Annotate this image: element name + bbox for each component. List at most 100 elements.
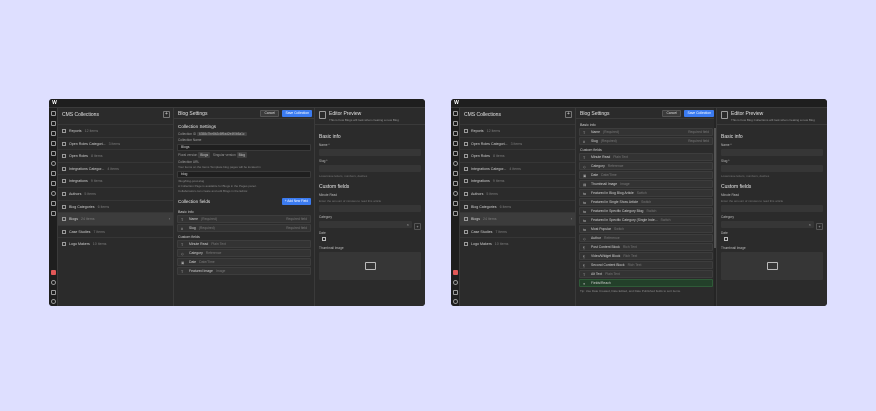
- field-row-slug[interactable]: # Slug (Required) Required field: [579, 137, 713, 145]
- help-icon[interactable]: [51, 299, 56, 304]
- help-icon[interactable]: [453, 299, 458, 304]
- collection-item-blogs[interactable]: Blogs 24 items ›: [58, 212, 173, 225]
- field-row-second-content-block[interactable]: ¶ Second Content Block Rich Text: [579, 261, 713, 269]
- collection-item-integrations[interactable]: Integrations 9 items: [58, 174, 173, 187]
- field-row-post-content-block[interactable]: ¶ Post Content Block Rich Text: [579, 243, 713, 251]
- search-icon[interactable]: [51, 280, 56, 285]
- field-row-name[interactable]: T Name (Required) Required field: [579, 128, 713, 136]
- field-row-featured-category-single[interactable]: ⇆ Featured in Specific Category (Single I…: [579, 216, 713, 224]
- cancel-button[interactable]: Cancel: [662, 110, 681, 117]
- apps-icon[interactable]: [51, 201, 56, 206]
- logic-icon[interactable]: [51, 181, 56, 186]
- collection-item-reports[interactable]: Reports 12 items: [58, 124, 173, 137]
- field-row-thumbnail-image[interactable]: ▤ Thumbnail Image Image: [579, 180, 713, 188]
- collection-item-logo-makers[interactable]: Logo Makers 10 items: [460, 237, 575, 250]
- navigator-icon[interactable]: [51, 121, 56, 126]
- settings-icon[interactable]: [453, 191, 458, 196]
- collection-item-case-studies[interactable]: Case Studies 7 items: [460, 224, 575, 238]
- calendar-icon[interactable]: [724, 237, 728, 241]
- code-icon[interactable]: [453, 211, 458, 216]
- assets-icon[interactable]: [453, 171, 458, 176]
- image-upload-area[interactable]: [319, 252, 421, 280]
- field-row-date[interactable]: ▣ Date Date/Time: [177, 258, 311, 266]
- add-collection-button[interactable]: +: [565, 111, 572, 118]
- field-row-date[interactable]: ▣ Date Date/Time: [579, 171, 713, 179]
- field-row-category[interactable]: ◇ Category Reference: [177, 249, 311, 257]
- field-row-category[interactable]: ◇ Category Reference: [579, 162, 713, 170]
- audit-icon[interactable]: [51, 270, 56, 275]
- field-row-featured-single-show[interactable]: ⇆ Featured in Single Show Article Switch: [579, 198, 713, 206]
- ecommerce-icon[interactable]: [51, 151, 56, 156]
- collection-item-open-roles[interactable]: Open Roles 8 items: [460, 149, 575, 162]
- pages-icon[interactable]: [51, 131, 56, 136]
- users-icon[interactable]: [51, 161, 56, 166]
- add-new-field-button[interactable]: + Add New Field: [281, 198, 311, 205]
- search-icon[interactable]: [453, 280, 458, 285]
- ecommerce-icon[interactable]: [453, 151, 458, 156]
- cancel-button[interactable]: Cancel: [260, 110, 279, 117]
- preview-minute-input[interactable]: [319, 205, 421, 212]
- add-reference-button[interactable]: +: [414, 223, 421, 230]
- preview-category-select[interactable]: × +: [721, 221, 823, 230]
- add-icon[interactable]: [453, 111, 458, 116]
- preview-date-picker[interactable]: [319, 235, 421, 243]
- field-row-featured-category-blog[interactable]: ⇆ Featured in Specific Category Blog Switc…: [579, 207, 713, 215]
- preview-slug-input[interactable]: [319, 165, 421, 172]
- field-row-featured-blog-article[interactable]: ⇆ Featured in Blog Blog Article Switch: [579, 189, 713, 197]
- cms-icon[interactable]: [453, 141, 458, 146]
- collection-item-authors[interactable]: Authors 5 items: [460, 186, 575, 200]
- assets-icon[interactable]: [51, 171, 56, 176]
- collection-item-logo-makers[interactable]: Logo Makers 10 items: [58, 237, 173, 250]
- collection-item-integrations[interactable]: Integrations 9 items: [460, 174, 575, 187]
- preview-minute-input[interactable]: [721, 205, 823, 212]
- preview-slug-input[interactable]: [721, 165, 823, 172]
- preview-name-input[interactable]: [721, 149, 823, 156]
- clear-icon[interactable]: ×: [809, 222, 811, 227]
- save-collection-button[interactable]: Save Collection: [684, 110, 714, 117]
- cms-icon[interactable]: [51, 141, 56, 146]
- scrollbar-thumb[interactable]: [714, 128, 716, 248]
- clear-icon[interactable]: ×: [407, 222, 409, 227]
- settings-scrollbar[interactable]: [714, 108, 716, 306]
- field-row-most-popular[interactable]: ⇆ Most Popular Switch: [579, 225, 713, 233]
- navigator-icon[interactable]: [453, 121, 458, 126]
- add-icon[interactable]: [51, 111, 56, 116]
- calendar-icon[interactable]: [322, 237, 326, 241]
- collection-item-integrations-categories[interactable]: Integrations Categor... 4 items: [460, 161, 575, 175]
- apps-icon[interactable]: [453, 201, 458, 206]
- webflow-logo[interactable]: W: [453, 100, 460, 107]
- audit-icon[interactable]: [453, 270, 458, 275]
- code-icon[interactable]: [51, 211, 56, 216]
- category-dropdown[interactable]: [319, 221, 412, 228]
- field-row-minute-read[interactable]: T Minute Read Plain Text: [579, 153, 713, 161]
- add-reference-button[interactable]: +: [816, 223, 823, 230]
- logic-icon[interactable]: [453, 181, 458, 186]
- collection-item-open-roles-categories[interactable]: Open Roles Categori... 3 items: [460, 136, 575, 150]
- field-row-minute-read[interactable]: T Minute Read Plain Text: [177, 240, 311, 248]
- collection-item-open-roles-categories[interactable]: Open Roles Categori... 3 items: [58, 136, 173, 150]
- add-collection-button[interactable]: +: [163, 111, 170, 118]
- settings-icon[interactable]: [51, 191, 56, 196]
- collection-item-blogs[interactable]: Blogs 24 items ›: [460, 212, 575, 225]
- preview-date-picker[interactable]: [721, 235, 823, 243]
- field-row-name[interactable]: T Name (Required) Required field: [177, 215, 311, 223]
- collection-item-blog-categories[interactable]: Blog Categories 6 items: [58, 199, 173, 213]
- webflow-logo[interactable]: W: [51, 100, 58, 107]
- collection-item-integrations-categories[interactable]: Integrations Categor... 4 items: [58, 161, 173, 175]
- image-upload-area[interactable]: [721, 252, 823, 280]
- save-collection-button[interactable]: Save Collection: [282, 110, 312, 117]
- collection-item-reports[interactable]: Reports 12 items: [460, 124, 575, 137]
- collection-item-authors[interactable]: Authors 5 items: [58, 186, 173, 200]
- field-row-featured-image[interactable]: T Featured Image Image: [177, 267, 311, 275]
- collection-item-open-roles[interactable]: Open Roles 8 items: [58, 149, 173, 162]
- field-row-slug[interactable]: # Slug (Required) Required field: [177, 224, 311, 232]
- collection-item-blog-categories[interactable]: Blog Categories 6 items: [460, 199, 575, 213]
- preview-category-select[interactable]: × +: [319, 221, 421, 230]
- field-row-author[interactable]: ◇ Author Reference: [579, 234, 713, 242]
- pages-icon[interactable]: [453, 131, 458, 136]
- users-icon[interactable]: [453, 161, 458, 166]
- field-row-video-widget-block[interactable]: ¶ Video/Widget Block Rich Text: [579, 252, 713, 260]
- field-row-alt-text[interactable]: T Alt Text Plain Text: [579, 270, 713, 278]
- video-icon[interactable]: [51, 290, 56, 295]
- field-row-highlighted[interactable]: ● Fields/Reach: [579, 279, 713, 287]
